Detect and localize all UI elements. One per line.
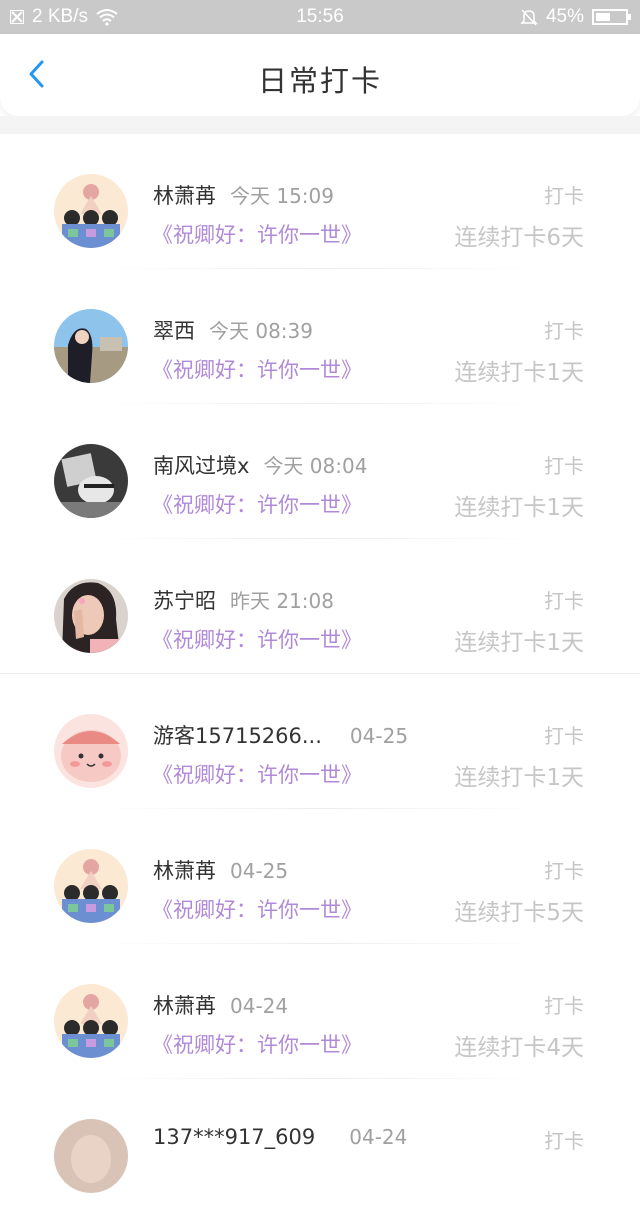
user-name: 林萧苒 — [153, 184, 216, 208]
timestamp: 今天 15:09 — [230, 184, 334, 208]
list-item[interactable]: 137***917_609 04-24 打卡 — [0, 1079, 640, 1214]
list-item[interactable]: 苏宁昭 昨天 21:08 《祝卿好：许你一世》 打卡 连续打卡1天 — [0, 539, 640, 674]
streak-count: 连续打卡1天 — [454, 360, 584, 386]
book-link[interactable]: 《祝卿好：许你一世》 — [152, 354, 362, 384]
checkin-tag: 打卡 — [544, 994, 584, 1018]
book-link[interactable]: 《祝卿好：许你一世》 — [152, 219, 362, 249]
avatar[interactable] — [54, 714, 128, 788]
checkin-tag: 打卡 — [544, 589, 584, 613]
user-name: 林萧苒 — [153, 994, 216, 1018]
avatar[interactable] — [54, 849, 128, 923]
streak-count: 连续打卡1天 — [454, 630, 584, 656]
book-link[interactable]: 《祝卿好：许你一世》 — [152, 759, 362, 789]
mute-bell-icon — [520, 9, 538, 26]
streak-count: 连续打卡6天 — [454, 225, 584, 251]
book-link[interactable]: 《祝卿好：许你一世》 — [152, 624, 362, 654]
checkin-tag: 打卡 — [544, 184, 584, 208]
nav-bar: 日常打卡 — [0, 34, 640, 116]
streak-count: 连续打卡4天 — [454, 1035, 584, 1061]
checkin-tag: 打卡 — [544, 454, 584, 478]
avatar[interactable] — [54, 444, 128, 518]
book-link[interactable]: 《祝卿好：许你一世》 — [152, 489, 362, 519]
checkin-tag: 打卡 — [544, 319, 584, 343]
checkin-tag: 打卡 — [544, 724, 584, 748]
timestamp: 04-24 — [349, 1125, 408, 1149]
user-name: 苏宁昭 — [153, 589, 216, 613]
timestamp: 04-25 — [230, 859, 289, 883]
user-name: 137***917_609 — [153, 1125, 316, 1149]
header-divider — [0, 116, 640, 134]
user-name: 翠西 — [153, 319, 195, 343]
timestamp: 昨天 21:08 — [230, 589, 334, 613]
battery-icon — [592, 9, 631, 25]
timestamp: 今天 08:04 — [263, 454, 368, 478]
list-item[interactable]: 林萧苒 04-24 《祝卿好：许你一世》 打卡 连续打卡4天 — [0, 944, 640, 1079]
streak-count: 连续打卡5天 — [454, 900, 584, 926]
list-item[interactable]: 翠西 今天 08:39 《祝卿好：许你一世》 打卡 连续打卡1天 — [0, 269, 640, 404]
avatar[interactable] — [54, 1119, 128, 1193]
streak-count: 连续打卡1天 — [454, 765, 584, 791]
streak-count: 连续打卡1天 — [454, 495, 584, 521]
user-name: 南风过境x — [153, 454, 250, 478]
checkin-list: 林萧苒 今天 15:09 《祝卿好：许你一世》 打卡 连续打卡6天 翠西 今天 08… — [0, 134, 640, 1214]
avatar[interactable] — [54, 984, 128, 1058]
checkin-tag: 打卡 — [544, 1129, 584, 1153]
status-bar: 2 KB/s 15:56 45% — [0, 0, 640, 34]
avatar[interactable] — [54, 579, 128, 653]
timestamp: 今天 08:39 — [209, 319, 313, 343]
battery-percent: 45% — [545, 6, 584, 27]
book-link[interactable]: 《祝卿好：许你一世》 — [152, 1029, 362, 1059]
page-title: 日常打卡 — [257, 64, 382, 98]
avatar[interactable] — [54, 174, 128, 248]
list-item[interactable]: 林萧苒 04-25 《祝卿好：许你一世》 打卡 连续打卡5天 — [0, 809, 640, 944]
list-item[interactable]: 游客15715266... 04-25 《祝卿好：许你一世》 打卡 连续打卡1天 — [0, 674, 640, 809]
list-item[interactable]: 林萧苒 今天 15:09 《祝卿好：许你一世》 打卡 连续打卡6天 — [0, 134, 640, 269]
timestamp: 04-24 — [230, 994, 289, 1018]
checkin-tag: 打卡 — [544, 859, 584, 883]
timestamp: 04-25 — [349, 724, 409, 748]
avatar[interactable] — [54, 309, 128, 383]
book-link[interactable]: 《祝卿好：许你一世》 — [152, 894, 362, 924]
user-name: 林萧苒 — [153, 859, 216, 883]
list-item[interactable]: 南风过境x 今天 08:04 《祝卿好：许你一世》 打卡 连续打卡1天 — [0, 404, 640, 539]
user-name: 游客15715266... — [153, 724, 322, 748]
